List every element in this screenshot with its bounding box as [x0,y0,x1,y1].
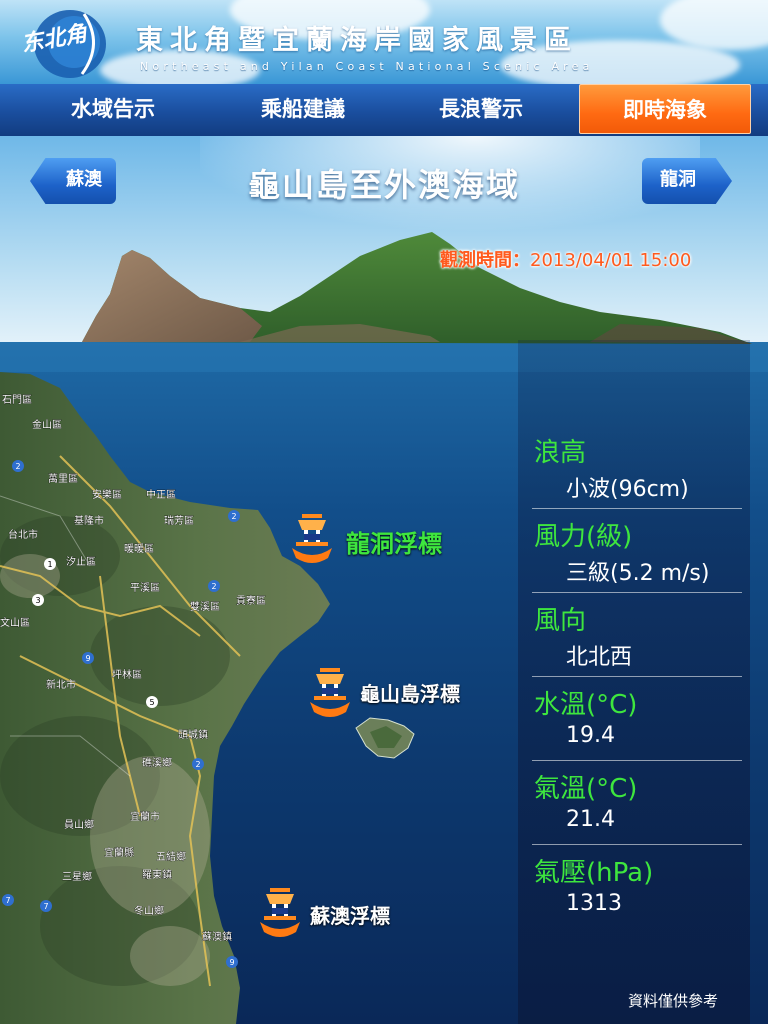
map-label-keelung: 基隆市 [74,514,104,527]
map-label-yilan-county: 宜蘭縣 [104,846,134,859]
metric-water-temp: 水溫(°C) 19.4 [534,684,744,748]
svg-text:2: 2 [211,582,216,591]
buoy-icon [310,668,350,717]
observation-time: 觀測時間：2013/04/01 15:00 [440,246,691,272]
sea-scene: 石門區 金山區 萬里區 安樂區 中正區 基隆市 瑞芳區 台北市 汐止區 暖暖區 … [0,136,768,1024]
site-logo[interactable]: 东北角 [14,4,110,80]
divider [532,676,742,677]
map-label-anle: 安樂區 [92,488,122,501]
buoy-guishan[interactable]: 龜山島浮標 [306,666,506,720]
map-label-taipei: 台北市 [8,528,38,541]
disclaimer: 資料僅供參考 [628,992,719,1010]
map-label-ruifang: 瑞芳區 [164,514,194,527]
svg-text:9: 9 [229,958,234,967]
map-label-luodong: 羅東鎮 [142,868,172,881]
sea-conditions-panel: 浪高 小波(96cm) 風力(級) 三級(5.2 m/s) 風向 北北西 水溫(… [518,340,750,1024]
divider [532,844,742,845]
map-label-toucheng: 頭城鎮 [178,728,208,741]
svg-text:5: 5 [149,698,154,707]
map-label-dongshan: 冬山鄉 [134,904,164,917]
metric-air-temp: 氣溫(°C) 21.4 [534,768,744,832]
map-label-pinglin: 坪林區 [112,668,142,681]
metric-label: 水溫(°C) [534,690,638,720]
metric-label: 氣溫(°C) [534,774,638,804]
map-label-gongliao: 貢寮區 [236,594,266,607]
tab-swell-warning[interactable]: 長浪警示 [390,84,572,136]
map-label-jiaoxi: 礁溪鄉 [142,756,172,769]
metric-value: 19.4 [566,723,615,748]
metric-wave-height: 浪高 小波(96cm) [534,432,744,503]
metric-label: 風向 [534,606,587,636]
svg-text:2: 2 [15,462,20,471]
site-subtitle: Northeast and Yilan Coast National Sceni… [140,60,594,73]
map-label-wanli: 萬里區 [48,472,78,485]
buoy-guishan-label: 龜山島浮標 [360,682,460,706]
map-label-zhongzheng: 中正區 [146,488,176,501]
svg-text:2: 2 [231,512,236,521]
svg-text:3: 3 [35,596,40,605]
site-header: 东北角 東北角暨宜蘭海岸國家風景區 Northeast and Yilan Co… [0,0,768,84]
map-label-shuangxi: 雙溪區 [190,600,220,613]
metric-value: 小波(96cm) [566,477,689,502]
divider [532,508,742,509]
site-title: 東北角暨宜蘭海岸國家風景區 [136,25,578,56]
metric-value: 北北西 [566,645,633,670]
buoy-suao[interactable]: 蘇澳浮標 [256,886,456,940]
svg-text:7: 7 [5,896,10,905]
divider [532,760,742,761]
metric-wind-direction: 風向 北北西 [534,600,744,671]
map-label-sanxing: 三星鄉 [62,870,92,883]
metric-wind-force: 風力(級) 三級(5.2 m/s) [534,516,744,587]
metric-value: 1313 [566,891,622,916]
map-label-jinshan: 金山區 [32,418,62,431]
buoy-suao-label: 蘇澳浮標 [310,904,390,928]
metric-air-pressure: 氣壓(hPa) 1313 [534,852,744,916]
tab-realtime-sea[interactable]: 即時海象 [579,84,751,134]
buoy-longdong[interactable]: 龍洞浮標 [288,512,488,572]
svg-text:1: 1 [47,560,52,569]
svg-text:7: 7 [43,902,48,911]
map-label-yuanshan: 員山鄉 [64,818,94,831]
buoy-icon [260,888,300,937]
map-label-nuannuan: 暖暖區 [124,542,154,555]
map-label-new-taipei: 新北市 [46,678,76,691]
next-region-button[interactable]: 龍洞 [642,158,732,204]
svg-text:9: 9 [85,654,90,663]
main-nav: 水域告示 乘船建議 長浪警示 即時海象 [0,84,768,136]
svg-text:2: 2 [195,760,200,769]
metric-label: 風力(級) [534,522,633,552]
map-label-yilan-city: 宜蘭市 [130,810,160,823]
observation-time-label: 觀測時間： [440,250,530,271]
buoy-icon [292,514,332,563]
map-label-pingxi: 平溪區 [130,582,160,594]
tab-water-notice[interactable]: 水域告示 [22,84,204,136]
metric-label: 浪高 [534,438,587,468]
map-label-wujie: 五結鄉 [156,850,186,863]
map-label-wenshan: 文山區 [0,616,30,629]
tab-boating-advice[interactable]: 乘船建議 [212,84,394,136]
metric-label: 氣壓(hPa) [534,858,654,888]
map-label-suao: 蘇澳鎮 [202,930,232,943]
buoy-longdong-label: 龍洞浮標 [346,530,442,558]
metric-value: 21.4 [566,807,615,832]
metric-value: 三級(5.2 m/s) [566,561,710,586]
map-label-xizhi: 汐止區 [66,555,96,568]
map-label-shimen: 石門區 [2,394,32,406]
observation-time-value: 2013/04/01 15:00 [530,250,692,271]
divider [532,592,742,593]
